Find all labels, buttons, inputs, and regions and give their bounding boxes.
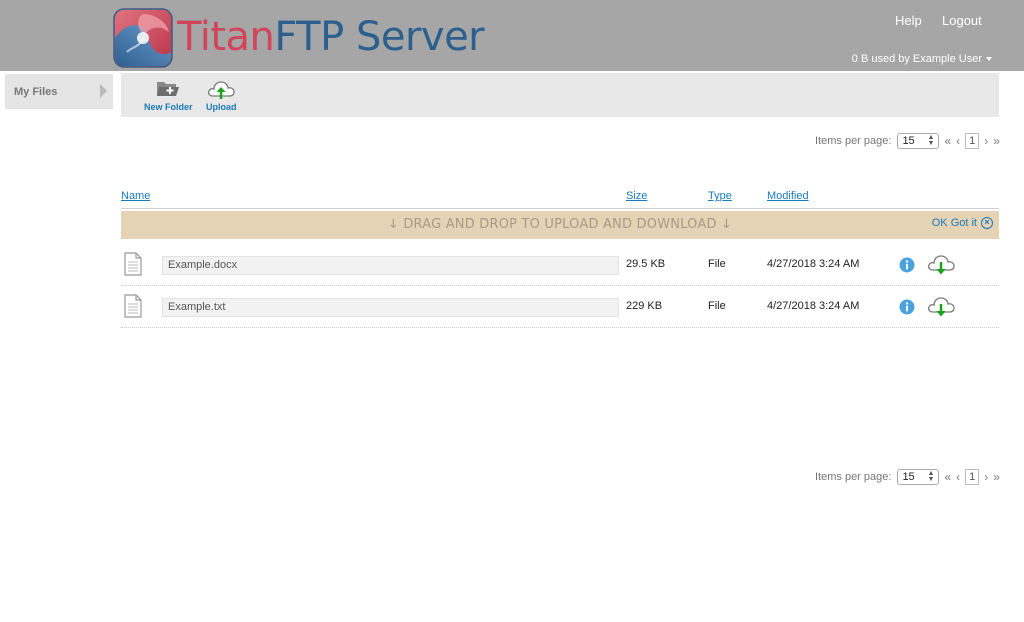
file-modified: 4/27/2018 3:24 AM bbox=[767, 258, 860, 270]
last-page-button[interactable]: » bbox=[993, 134, 1000, 148]
user-menu[interactable]: Example User bbox=[913, 53, 992, 65]
document-icon bbox=[124, 252, 142, 276]
first-page-button[interactable]: « bbox=[944, 470, 951, 484]
items-per-page-label: Items per page: bbox=[815, 471, 892, 483]
download-cloud-icon[interactable] bbox=[926, 253, 956, 277]
pager-bottom: Items per page: 15 ▲ ▼ « ‹ 1 › » bbox=[815, 469, 1000, 485]
info-icon[interactable] bbox=[899, 299, 915, 315]
chevron-right-icon bbox=[100, 84, 107, 98]
current-page[interactable]: 1 bbox=[965, 469, 980, 485]
info-icon[interactable] bbox=[899, 257, 915, 273]
brand-titan: Titan bbox=[177, 14, 275, 60]
new-folder-icon bbox=[157, 82, 180, 96]
user-name: Example User bbox=[912, 53, 982, 65]
brand-ftp-server: FTP Server bbox=[274, 14, 485, 60]
app-header: TitanFTP Server Help Logout 0 B used by … bbox=[0, 0, 1024, 71]
upload-label: Upload bbox=[206, 102, 237, 112]
download-cloud-icon[interactable] bbox=[926, 295, 956, 319]
upload-button[interactable]: Upload bbox=[206, 78, 237, 112]
drag-drop-banner: ↓ DRAG AND DROP TO UPLOAD AND DOWNLOAD ↓… bbox=[121, 211, 999, 239]
help-link[interactable]: Help bbox=[895, 13, 922, 28]
items-per-page-value: 15 bbox=[902, 135, 915, 147]
items-per-page-label: Items per page: bbox=[815, 135, 892, 147]
first-page-button[interactable]: « bbox=[944, 134, 951, 148]
items-per-page-select[interactable]: 15 ▲ ▼ bbox=[897, 469, 940, 485]
items-per-page-value: 15 bbox=[902, 471, 915, 483]
document-icon bbox=[124, 294, 142, 318]
file-type: File bbox=[708, 258, 726, 270]
file-name-field[interactable]: Example.docx bbox=[162, 256, 619, 275]
file-size: 229 KB bbox=[626, 300, 663, 312]
file-name-field[interactable]: Example.txt bbox=[162, 298, 619, 317]
close-circle-icon: × bbox=[981, 217, 993, 229]
next-page-button[interactable]: › bbox=[984, 470, 988, 484]
column-header-type[interactable]: Type bbox=[708, 190, 732, 202]
column-header-size[interactable]: Size bbox=[626, 190, 647, 202]
storage-usage: 0 B used by Example User bbox=[852, 53, 992, 65]
pager-top: Items per page: 15 ▲ ▼ « ‹ 1 › » bbox=[815, 133, 1000, 149]
file-size: 29.5 KB bbox=[626, 258, 666, 270]
file-type: File bbox=[708, 300, 726, 312]
next-page-button[interactable]: › bbox=[984, 134, 988, 148]
toolbar: New Folder Upload bbox=[121, 73, 999, 117]
sidebar-item-label: My Files bbox=[14, 85, 58, 98]
last-page-button[interactable]: » bbox=[993, 470, 1000, 484]
dismiss-banner-label: OK Got it bbox=[931, 217, 977, 229]
column-header-modified[interactable]: Modified bbox=[767, 190, 809, 202]
dismiss-banner-button[interactable]: OK Got it × bbox=[932, 217, 993, 229]
titanftp-logo[interactable]: TitanFTP Server bbox=[113, 8, 485, 68]
new-folder-label: New Folder bbox=[144, 102, 193, 112]
brand-name: TitanFTP Server bbox=[177, 14, 485, 60]
current-page[interactable]: 1 bbox=[965, 133, 980, 149]
new-folder-button[interactable]: New Folder bbox=[144, 78, 193, 112]
caret-down-icon bbox=[986, 57, 992, 62]
items-per-page-select[interactable]: 15 ▲ ▼ bbox=[897, 133, 940, 149]
sidebar-item-my-files[interactable]: My Files bbox=[5, 74, 113, 109]
usage-text: 0 B used by bbox=[851, 53, 910, 65]
column-header-name[interactable]: Name bbox=[121, 190, 150, 202]
upload-cloud-icon bbox=[208, 81, 235, 99]
drag-drop-text: ↓ DRAG AND DROP TO UPLOAD AND DOWNLOAD ↓ bbox=[387, 217, 733, 232]
logout-link[interactable]: Logout bbox=[942, 13, 982, 28]
prev-page-button[interactable]: ‹ bbox=[956, 134, 960, 148]
titan-logo-icon bbox=[113, 8, 173, 68]
prev-page-button[interactable]: ‹ bbox=[956, 470, 960, 484]
table-row[interactable]: Example.txt 229 KB File 4/27/2018 3:24 A… bbox=[121, 286, 999, 328]
file-modified: 4/27/2018 3:24 AM bbox=[767, 300, 860, 312]
header-divider bbox=[121, 208, 999, 209]
select-updown-icon: ▲ ▼ bbox=[927, 134, 935, 147]
select-updown-icon: ▲ ▼ bbox=[927, 470, 935, 483]
table-row[interactable]: Example.docx 29.5 KB File 4/27/2018 3:24… bbox=[121, 244, 999, 286]
